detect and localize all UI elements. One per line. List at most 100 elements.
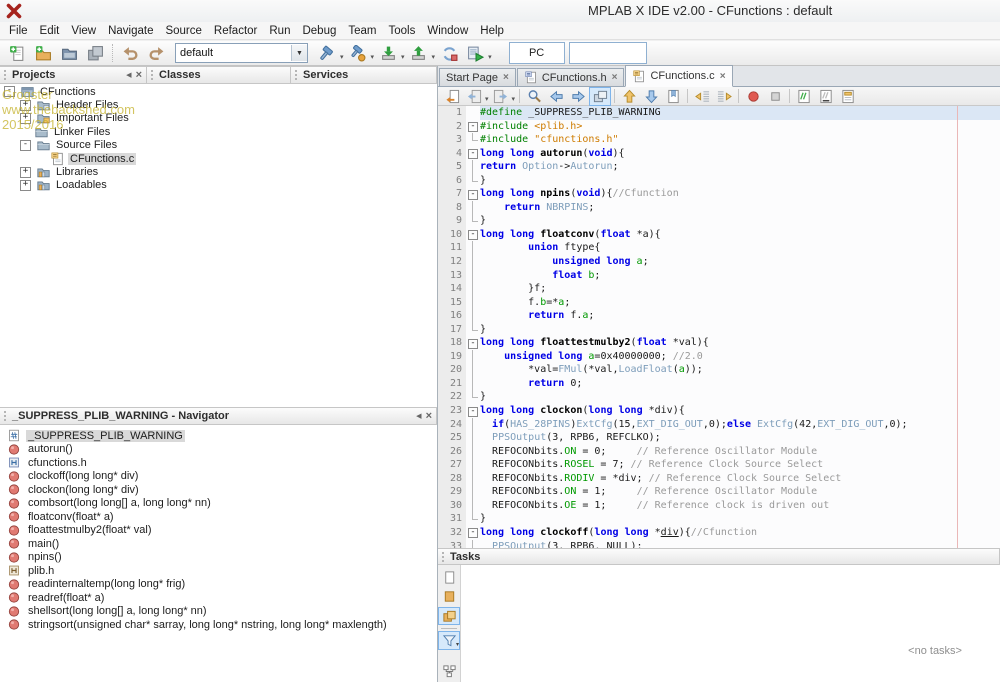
line-number[interactable]: 13 (438, 269, 466, 283)
dropdown-caret-icon[interactable]: ▾ (488, 53, 492, 61)
code-line-13[interactable]: 13 float b; (438, 269, 1000, 283)
menu-item-window[interactable]: Window (421, 24, 474, 38)
line-number[interactable]: 10 (438, 228, 466, 242)
code-line-21[interactable]: 21 return 0; (438, 377, 1000, 391)
tree-item-cfunctions-c[interactable]: CFunctions.c (0, 152, 436, 165)
toolbar-clean-build-button[interactable] (345, 41, 371, 65)
code-line-7[interactable]: 7-long long npins(void){//Cfunction (438, 187, 1000, 201)
line-number[interactable]: 23 (438, 404, 466, 418)
code-line-10[interactable]: 10-long long floatconv(float *a){ (438, 228, 1000, 242)
forward-button[interactable] (490, 87, 512, 106)
line-number[interactable]: 18 (438, 336, 466, 350)
navigator-item-floattestmulby2-float-val[interactable]: floattestmulby2(float* val) (0, 524, 437, 538)
dropdown-caret-icon[interactable]: ▾ (340, 53, 344, 61)
menu-item-help[interactable]: Help (474, 24, 510, 38)
dropdown-caret-icon[interactable]: ▾ (485, 95, 489, 103)
line-number[interactable]: 17 (438, 323, 466, 337)
toggle-bookmark-button[interactable] (662, 87, 684, 106)
navigator-item-npins[interactable]: npins() (0, 551, 437, 565)
navigator-list[interactable]: _SUPPRESS_PLIB_WARNINGautorun()cfunction… (0, 425, 437, 682)
menu-item-edit[interactable]: Edit (34, 24, 66, 38)
line-number[interactable]: 31 (438, 512, 466, 526)
tab-cfunctions-h[interactable]: CFunctions.h× (517, 68, 625, 86)
collapse-toggle-icon[interactable]: - (4, 86, 15, 97)
next-bookmark-button[interactable] (640, 87, 662, 106)
toggle-highlight-button[interactable] (589, 87, 611, 106)
fold-collapse-icon[interactable]: - (468, 407, 478, 417)
tree-item-source-files[interactable]: -Source Files (0, 139, 436, 152)
navigator-item-plib-h[interactable]: plib.h (0, 564, 437, 578)
code-line-16[interactable]: 16 return f.a; (438, 309, 1000, 323)
code-line-19[interactable]: 19 unsigned long a=0x40000000; //2.0 (438, 350, 1000, 364)
code-line-8[interactable]: 8 return NBRPINS; (438, 201, 1000, 215)
line-number[interactable]: 20 (438, 363, 466, 377)
menu-item-view[interactable]: View (65, 24, 102, 38)
line-number[interactable]: 33 (438, 540, 466, 549)
navigator-item-cfunctions-h[interactable]: cfunctions.h (0, 456, 437, 470)
line-number[interactable]: 6 (438, 174, 466, 188)
fold-collapse-icon[interactable]: - (468, 190, 478, 200)
code-line-20[interactable]: 20 *val=FMul(*val,LoadFloat(a)); (438, 363, 1000, 377)
code-line-30[interactable]: 30 REFOCONbits.OE = 1; // Reference cloc… (438, 499, 1000, 513)
line-number[interactable]: 32 (438, 526, 466, 540)
tab-close-icon[interactable]: × (720, 71, 726, 82)
fold-collapse-icon[interactable]: - (468, 149, 478, 159)
expand-toggle-icon[interactable]: + (20, 180, 31, 191)
code-line-4[interactable]: 4-long long autorun(void){ (438, 147, 1000, 161)
menu-item-refactor[interactable]: Refactor (208, 24, 263, 38)
fold-collapse-icon[interactable]: - (468, 230, 478, 240)
navigator-item-autorun[interactable]: autorun() (0, 443, 437, 457)
previous-bookmark-button[interactable] (618, 87, 640, 106)
line-number[interactable]: 27 (438, 458, 466, 472)
toolbar-new-file-button[interactable] (4, 41, 30, 65)
fold-margin[interactable]: - (466, 336, 480, 350)
memory-field[interactable] (569, 42, 647, 64)
line-number[interactable]: 16 (438, 309, 466, 323)
toolbar-new-project-button[interactable] (30, 41, 56, 65)
fold-margin[interactable]: - (466, 187, 480, 201)
toolbar-debug-run-button[interactable] (462, 41, 488, 65)
line-number[interactable]: 8 (438, 201, 466, 215)
expand-toggle-icon[interactable]: + (20, 113, 31, 124)
line-number[interactable]: 9 (438, 214, 466, 228)
classes-panel-header[interactable]: Classes (147, 66, 291, 84)
tasks-panel-header[interactable]: Tasks (438, 548, 1000, 565)
task-group-button[interactable] (438, 663, 460, 681)
toolbar-open-project-button[interactable] (56, 41, 82, 65)
line-number[interactable]: 2 (438, 120, 466, 134)
shift-left-button[interactable] (691, 87, 713, 106)
back-button[interactable] (463, 87, 485, 106)
tree-item-cfunctions[interactable]: -CFunctions (0, 85, 436, 98)
line-number[interactable]: 11 (438, 241, 466, 255)
code-line-9[interactable]: 9} (438, 214, 1000, 228)
fold-margin[interactable]: - (466, 228, 480, 242)
dropdown-caret-icon[interactable]: ▾ (456, 641, 459, 648)
line-number[interactable]: 28 (438, 472, 466, 486)
tree-item-libraries[interactable]: +Libraries (0, 165, 436, 178)
navigator-item-shellsort-long-long-a-long-long-nn[interactable]: shellsort(long long[] a, long long* nn) (0, 605, 437, 619)
line-number[interactable]: 1 (438, 106, 466, 120)
line-number[interactable]: 15 (438, 296, 466, 310)
fold-margin[interactable]: - (466, 147, 480, 161)
code-line-25[interactable]: 25 PPSOutput(3, RPB6, REFCLKO); (438, 431, 1000, 445)
code-line-22[interactable]: 22} (438, 390, 1000, 404)
navigator-item-stringsort-unsigned-char-sarray-long-long-nstring-long-long-maxlength[interactable]: stringsort(unsigned char* sarray, long l… (0, 618, 437, 632)
last-edit-button[interactable] (441, 87, 463, 106)
code-line-2[interactable]: 2-#include <plib.h> (438, 120, 1000, 134)
menu-item-run[interactable]: Run (263, 24, 296, 38)
line-number[interactable]: 26 (438, 445, 466, 459)
toolbar-read-device-button[interactable] (406, 41, 432, 65)
dropdown-caret-icon[interactable]: ▾ (371, 53, 375, 61)
tree-item-important-files[interactable]: +Important Files (0, 112, 436, 125)
code-line-33[interactable]: 33 PPSOutput(3, RPB6, NULL); (438, 540, 1000, 549)
combo-dropdown-icon[interactable]: ▼ (291, 45, 307, 61)
menu-item-team[interactable]: Team (342, 24, 382, 38)
toolbar-redo-button[interactable] (143, 41, 169, 65)
line-number[interactable]: 24 (438, 418, 466, 432)
line-number[interactable]: 3 (438, 133, 466, 147)
line-number[interactable]: 7 (438, 187, 466, 201)
navigator-item-floatconv-float-a[interactable]: floatconv(float* a) (0, 510, 437, 524)
toolbar-save-all-button[interactable] (82, 41, 108, 65)
navigator-item-readinternaltemp-long-long-frig[interactable]: readinternaltemp(long long* frig) (0, 578, 437, 592)
fold-collapse-icon[interactable]: - (468, 122, 478, 132)
